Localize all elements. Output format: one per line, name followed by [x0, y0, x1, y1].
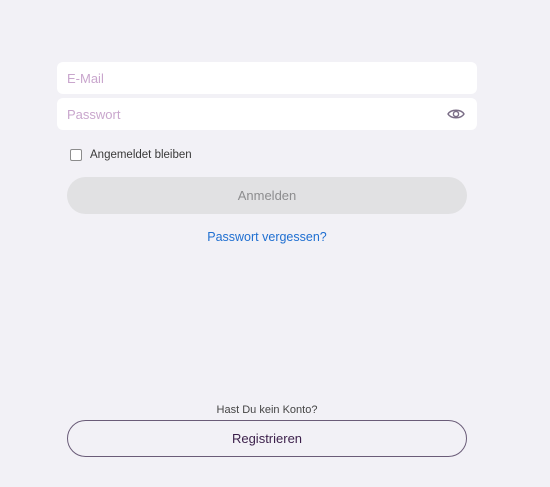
remember-me-label: Angemeldet bleiben: [90, 149, 192, 161]
login-screen: Angemeldet bleiben Anmelden Passwort ver…: [0, 0, 550, 487]
password-field-container: [57, 98, 477, 130]
password-input[interactable]: [57, 98, 477, 130]
remember-me-row: Angemeldet bleiben: [70, 149, 192, 161]
register-button[interactable]: Registrieren: [67, 420, 467, 457]
forgot-password-link[interactable]: Passwort vergessen?: [0, 230, 534, 244]
email-input[interactable]: [57, 62, 477, 94]
email-field-container: [57, 62, 477, 94]
login-button[interactable]: Anmelden: [67, 177, 467, 214]
eye-icon[interactable]: [447, 106, 465, 122]
no-account-prompt: Hast Du kein Konto?: [216, 404, 318, 416]
remember-me-checkbox[interactable]: [70, 149, 82, 161]
